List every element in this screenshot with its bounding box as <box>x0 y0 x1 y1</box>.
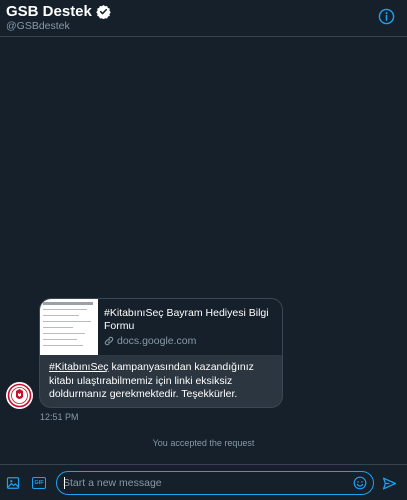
hashtag-link[interactable]: #KitabınıSeç <box>49 361 109 373</box>
send-icon[interactable] <box>382 476 397 491</box>
contact-name-row[interactable]: GSB Destek <box>6 3 111 20</box>
message-timestamp: 12:51 PM <box>40 412 79 422</box>
verified-badge-icon <box>96 4 111 19</box>
ministry-logo-icon <box>7 383 32 408</box>
link-preview-title[interactable]: #KitabınıSeç Bayram Hediyesi Bilgi Formu <box>104 307 278 333</box>
emoji-icon[interactable] <box>353 476 367 490</box>
contact-handle: @GSBdestek <box>6 20 70 32</box>
message-text: #KitabınıSeç kampanyasından kazandığınız… <box>49 361 277 402</box>
message-bubble: #KitabınıSeç Bayram Hediyesi Bilgi Formu… <box>39 298 283 408</box>
thumbnail-heading-bar <box>43 302 93 305</box>
avatar[interactable] <box>6 382 33 409</box>
gif-button[interactable]: GIF <box>32 477 46 489</box>
message-input-wrapper <box>56 471 374 495</box>
info-icon[interactable] <box>378 8 395 25</box>
text-caret <box>64 477 65 489</box>
link-preview-card[interactable]: #KitabınıSeç Bayram Hediyesi Bilgi Formu… <box>40 299 282 355</box>
contact-name[interactable]: GSB Destek <box>6 3 92 20</box>
message-input[interactable] <box>63 475 343 491</box>
link-icon <box>104 336 114 346</box>
link-preview-domain-text: docs.google.com <box>117 335 197 347</box>
message-composer: GIF <box>0 464 407 500</box>
link-preview-domain: docs.google.com <box>104 335 196 347</box>
image-icon[interactable] <box>6 476 20 490</box>
link-preview-thumbnail <box>40 299 98 355</box>
conversation-header: GSB Destek @GSBdestek <box>0 0 407 37</box>
request-accepted-notice: You accepted the request <box>152 438 255 448</box>
